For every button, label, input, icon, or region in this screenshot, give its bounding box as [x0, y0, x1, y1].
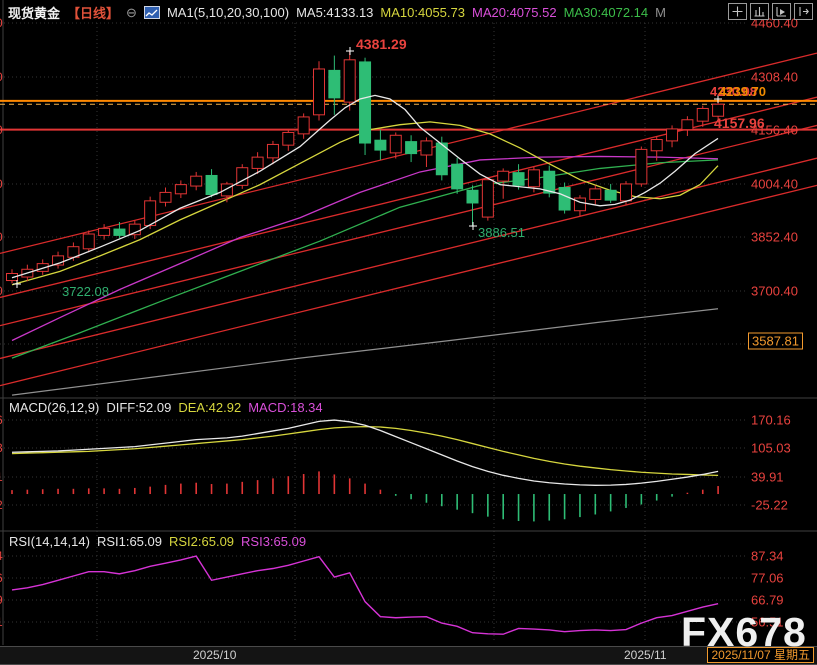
rsi-panel-header: RSI(14,14,14) RSI1:65.09 RSI2:65.09 RSI3… — [9, 534, 306, 549]
trend-line — [0, 97, 817, 297]
trend-line — [0, 185, 817, 385]
candle-body — [513, 173, 524, 186]
candle-body — [175, 185, 186, 194]
ma30-line — [12, 160, 718, 358]
chart-type-icon[interactable] — [144, 6, 160, 19]
rsi3-value: RSI3:65.09 — [241, 534, 306, 549]
candle-body — [221, 184, 232, 196]
candle-body — [267, 144, 278, 157]
macd-diff-value: DIFF:52.09 — [106, 400, 171, 415]
macd-value: MACD:18.34 — [248, 400, 322, 415]
chart-canvas[interactable] — [0, 0, 817, 665]
candle-body — [697, 108, 708, 121]
ma30-value: MA30:4072.14 — [564, 5, 649, 20]
candle-body — [421, 141, 432, 155]
month-label-october: 2025/10 — [193, 648, 236, 662]
main-chart-header: 现货黄金 【日线】 ⊖ MA1(5,10,20,30,100) MA5:4133… — [8, 3, 666, 22]
candle-body — [99, 228, 110, 235]
candle-body — [252, 157, 263, 168]
macd-diff-line — [12, 420, 718, 485]
candle-body — [682, 120, 693, 130]
candle-body — [83, 234, 94, 249]
candle-body — [467, 190, 478, 203]
candle-body — [160, 192, 171, 202]
candle-body — [314, 69, 325, 115]
ma-settings-label: MA1(5,10,20,30,100) — [167, 5, 289, 20]
trend-line — [0, 125, 817, 325]
period-m-label[interactable]: M — [655, 5, 666, 20]
candle-body — [651, 140, 662, 151]
candle-body — [452, 164, 463, 189]
candle-body — [283, 132, 294, 145]
macd-title: MACD(26,12,9) — [9, 400, 99, 415]
rsi-line — [12, 556, 718, 634]
month-label-november: 2025/11 — [624, 648, 667, 662]
ma100-line — [12, 309, 718, 395]
trading-chart-window: 现货黄金 【日线】 ⊖ MA1(5,10,20,30,100) MA5:4133… — [0, 0, 817, 665]
candle-body — [621, 184, 632, 201]
candle-body — [559, 187, 570, 210]
symbol-name: 现货黄金 — [8, 3, 60, 22]
candle-body — [114, 229, 125, 235]
macd-dea-value: DEA:42.92 — [178, 400, 241, 415]
candle-body — [498, 171, 509, 181]
exit-icon[interactable] — [794, 3, 813, 20]
candle-body — [344, 60, 355, 102]
rsi2-value: RSI2:65.09 — [169, 534, 234, 549]
chart-toolbar — [728, 3, 813, 20]
candle-body — [145, 201, 156, 226]
candle-body — [298, 117, 309, 134]
ma10-value: MA10:4055.73 — [380, 5, 465, 20]
candle-body — [482, 180, 493, 217]
candle-body — [605, 190, 616, 200]
candle-body — [360, 62, 371, 143]
candle-body — [191, 176, 202, 186]
collapse-icon[interactable]: ⊖ — [126, 5, 137, 21]
period-label: 【日线】 — [67, 3, 119, 22]
candle-body — [713, 104, 724, 116]
crosshair-icon[interactable] — [728, 3, 747, 20]
playback-icon[interactable] — [772, 3, 791, 20]
rsi-title: RSI(14,14,14) — [9, 534, 90, 549]
macd-panel-header: MACD(26,12,9) DIFF:52.09 DEA:42.92 MACD:… — [9, 400, 323, 415]
ma20-value: MA20:4075.52 — [472, 5, 557, 20]
candle-body — [375, 140, 386, 150]
macd-dea-line — [12, 427, 718, 476]
candle-body — [636, 149, 647, 184]
ma5-value: MA5:4133.13 — [296, 5, 373, 20]
fx678-watermark: FX678 — [681, 609, 807, 656]
candle-body — [667, 129, 678, 141]
candle-body — [390, 135, 401, 153]
candle-body — [406, 142, 417, 154]
candle-body — [590, 189, 601, 200]
candle-body — [528, 170, 539, 187]
candle-body — [329, 70, 340, 98]
indicator-bars-icon[interactable] — [750, 3, 769, 20]
rsi1-value: RSI1:65.09 — [97, 534, 162, 549]
candle-body — [206, 175, 217, 194]
